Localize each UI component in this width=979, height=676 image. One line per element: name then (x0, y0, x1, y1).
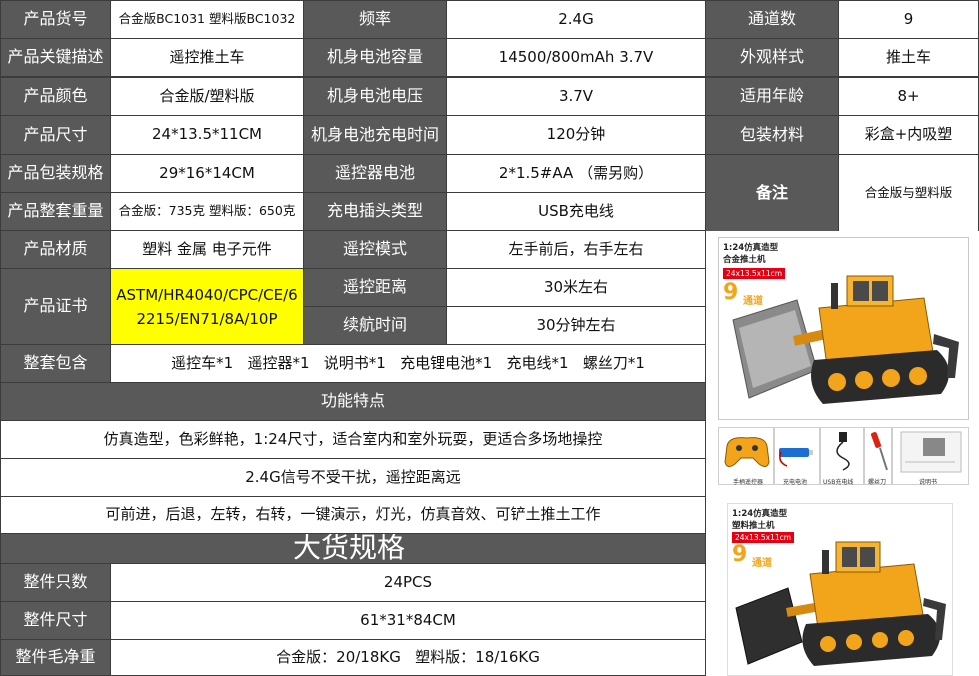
features-title: 功能特点 (0, 382, 706, 421)
label-color: 产品颜色 (0, 77, 111, 116)
manual-icon (900, 431, 962, 473)
label-battery-capacity: 机身电池容量 (303, 38, 447, 77)
accessory-screwdriver-caption: 螺丝刀 (868, 479, 887, 486)
value-remote-distance: 30米左右 (446, 268, 706, 307)
label-remote-distance: 遥控距离 (303, 268, 447, 307)
accessory-manual-caption: 说明书 (919, 479, 938, 486)
label-certificate: 产品证书 (0, 268, 111, 345)
label-weight: 产品整套重量 (0, 192, 111, 231)
label-product-code: 产品货号 (0, 0, 111, 39)
label-run-time: 续航时间 (303, 306, 447, 345)
label-appearance: 外观样式 (705, 38, 839, 77)
value-battery-voltage: 3.7V (446, 77, 706, 116)
value-appearance: 推土车 (838, 38, 979, 77)
value-certificate: ASTM/HR4040/CPC/CE/62215/EN71/8A/10P (110, 268, 304, 345)
accessory-usb-caption: USB充电线 (823, 479, 854, 486)
label-description: 产品关键描述 (0, 38, 111, 77)
label-contents: 整套包含 (0, 344, 111, 383)
value-plug-type: USB充电线 (446, 192, 706, 231)
remote-controller-icon (724, 437, 770, 468)
feature-1: 仿真造型，色彩鲜艳，1:24尺寸，适合室内和室外玩耍，更适合多场地操控 (0, 420, 706, 459)
label-packaging: 包装材料 (705, 115, 839, 155)
value-color: 合金版/塑料版 (110, 77, 304, 116)
label-control-mode: 遥控模式 (303, 230, 447, 269)
label-size: 产品尺寸 (0, 115, 111, 155)
label-charge-time: 机身电池充电时间 (303, 115, 447, 155)
value-frequency: 2.4G (446, 0, 706, 39)
value-packaging: 彩盒+内吸塑 (838, 115, 979, 155)
value-product-code: 合金版BC1031 塑料版BC1032 (110, 0, 304, 39)
value-package-spec: 29*16*14CM (110, 154, 304, 193)
value-battery-capacity: 14500/800mAh 3.7V (446, 38, 706, 77)
label-carton-qty: 整件只数 (0, 563, 111, 602)
label-frequency: 频率 (303, 0, 447, 39)
label-package-spec: 产品包装规格 (0, 154, 111, 193)
label-age: 适用年龄 (705, 77, 839, 116)
value-remote-battery: 2*1.5#AA （需另购） (446, 154, 706, 193)
value-weight: 合金版：735克 塑料版：650克 (110, 192, 304, 231)
accessory-usb: USB充电线 (820, 427, 864, 486)
value-carton-qty: 24PCS (110, 563, 706, 602)
accessory-screwdriver: 螺丝刀 (864, 427, 892, 486)
label-remarks: 备注 (705, 154, 839, 232)
accessory-battery-caption: 充电电池 (783, 479, 808, 486)
label-carton-weight: 整件毛净重 (0, 639, 111, 676)
value-contents: 遥控车*1 遥控器*1 说明书*1 充电锂电池*1 充电线*1 螺丝刀*1 (110, 344, 706, 383)
accessory-remote: 手柄遥控器 (718, 427, 774, 486)
alloy-bulldozer-photo: 1:24仿真造型 合金推土机 24x13.5x11cm 9 通道 (718, 237, 969, 420)
label-remote-battery: 遥控器电池 (303, 154, 447, 193)
accessory-battery: 充电电池 (774, 427, 820, 486)
accessory-remote-caption: 手柄遥控器 (733, 479, 764, 486)
value-description: 遥控推土车 (110, 38, 304, 77)
value-remarks: 合金版与塑料版 (838, 154, 979, 232)
label-channels: 通道数 (705, 0, 839, 39)
alloy-bulldozer-illustration (732, 275, 959, 404)
value-run-time: 30分钟左右 (446, 306, 706, 345)
feature-3: 可前进，后退，左转，右转，一键演示，灯光，仿真音效、可铲土推土工作 (0, 496, 706, 534)
label-plug-type: 充电插头类型 (303, 192, 447, 231)
value-channels: 9 (838, 0, 979, 39)
bulk-title: 大货规格 (0, 533, 706, 564)
usb-cable-icon (836, 432, 850, 471)
value-size: 24*13.5*11CM (110, 115, 304, 155)
value-charge-time: 120分钟 (446, 115, 706, 155)
accessory-manual: 说明书 (892, 427, 969, 486)
plastic-bulldozer-photo: 1:24仿真造型 塑料推土机 24x13.5x11cm 9 通道 (727, 503, 953, 676)
label-battery-voltage: 机身电池电压 (303, 77, 447, 116)
value-carton-weight: 合金版：20/18KG 塑料版：18/16KG (110, 639, 706, 676)
value-carton-size: 61*31*84CM (110, 601, 706, 640)
label-carton-size: 整件尺寸 (0, 601, 111, 640)
value-material: 塑料 金属 电子元件 (110, 230, 304, 269)
value-control-mode: 左手前后，右手左右 (446, 230, 706, 269)
label-material: 产品材质 (0, 230, 111, 269)
battery-icon (779, 448, 813, 467)
value-age: 8+ (838, 77, 979, 116)
screwdriver-icon (871, 432, 888, 471)
plastic-bulldozer-illustration (735, 541, 946, 666)
feature-2: 2.4G信号不受干扰，遥控距离远 (0, 458, 706, 497)
